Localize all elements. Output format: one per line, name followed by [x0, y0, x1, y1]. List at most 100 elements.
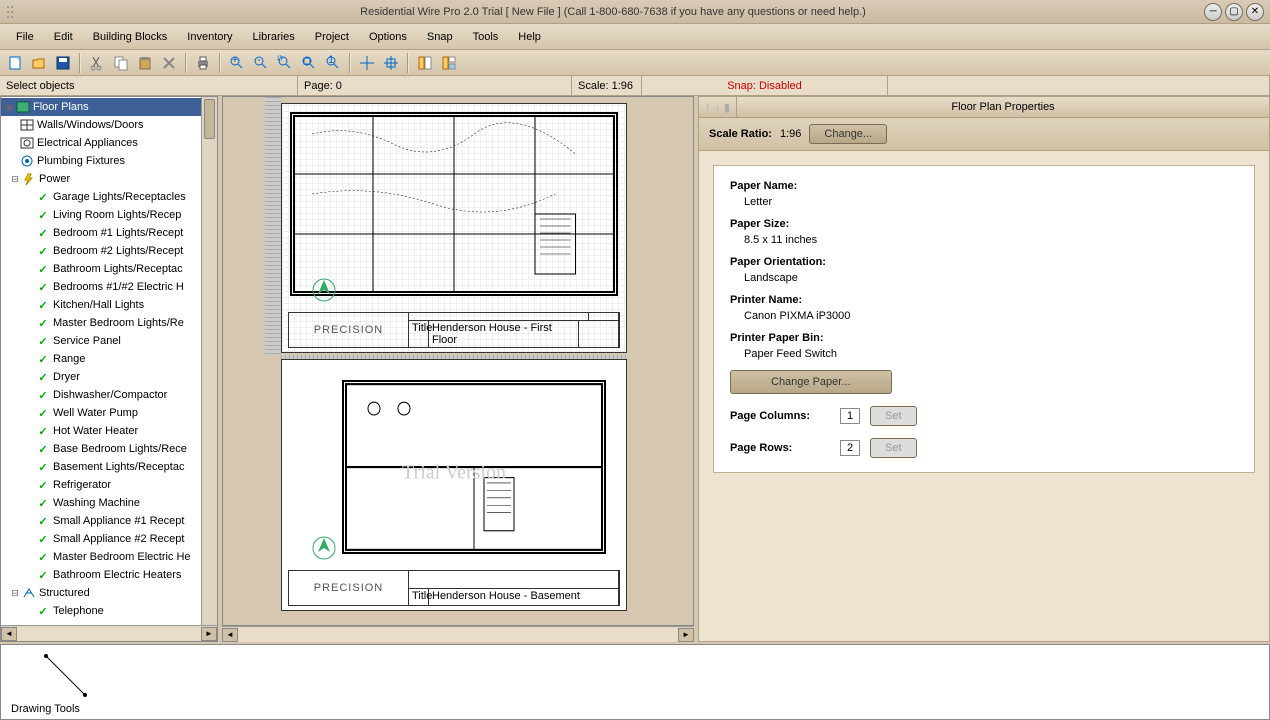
- paper-section: Paper Name: Letter Paper Size: 8.5 x 11 …: [713, 165, 1255, 473]
- canvas-h-scrollbar[interactable]: ◄►: [222, 626, 694, 642]
- tree-item[interactable]: Plumbing Fixtures: [1, 152, 217, 170]
- cut-icon[interactable]: [86, 52, 108, 74]
- tree-structured[interactable]: ⊟Structured: [1, 584, 217, 602]
- set-columns-button[interactable]: Set: [870, 406, 917, 426]
- new-file-icon[interactable]: [4, 52, 26, 74]
- tree-item[interactable]: ✓Bedrooms #1/#2 Electric H: [1, 278, 217, 296]
- tree-item[interactable]: ✓Small Appliance #2 Recept: [1, 530, 217, 548]
- tree-item[interactable]: ✓Living Room Lights/Recep: [1, 206, 217, 224]
- tree-item[interactable]: ✓Dishwasher/Compactor: [1, 386, 217, 404]
- check-icon: ✓: [35, 262, 51, 276]
- check-icon: ✓: [35, 298, 51, 312]
- tree-item[interactable]: ✓Well Water Pump: [1, 404, 217, 422]
- delete-icon[interactable]: [158, 52, 180, 74]
- tree-scrollbar[interactable]: [201, 97, 217, 625]
- change-scale-button[interactable]: Change...: [809, 124, 887, 144]
- zoom-in-icon[interactable]: +: [226, 52, 248, 74]
- check-icon: ✓: [35, 424, 51, 438]
- tree-item[interactable]: ✓Basement Lights/Receptac: [1, 458, 217, 476]
- tree[interactable]: ▣Floor Plans Walls/Windows/Doors Electri…: [1, 97, 217, 625]
- save-file-icon[interactable]: [52, 52, 74, 74]
- check-icon: ✓: [35, 190, 51, 204]
- close-button[interactable]: ✕: [1246, 3, 1264, 21]
- page-columns-input[interactable]: [840, 408, 860, 424]
- tree-item-label: Bedroom #1 Lights/Recept: [53, 227, 183, 239]
- canvas[interactable]: PRECISION TitleHenderson House - First F…: [222, 96, 694, 626]
- tree-item-label: Living Room Lights/Recep: [53, 209, 181, 221]
- zoom-window-icon[interactable]: [274, 52, 296, 74]
- tree-item[interactable]: ✓Master Bedroom Electric He: [1, 548, 217, 566]
- check-icon: ✓: [35, 442, 51, 456]
- tree-item[interactable]: ✓Hot Water Heater: [1, 422, 217, 440]
- paste-icon[interactable]: [134, 52, 156, 74]
- line-tool-icon[interactable]: [41, 651, 91, 701]
- check-icon: ✓: [35, 514, 51, 528]
- orientation-label: Paper Orientation:: [730, 256, 1238, 268]
- tree-item[interactable]: ✓Base Bedroom Lights/Rece: [1, 440, 217, 458]
- tree-item[interactable]: ✓Dryer: [1, 368, 217, 386]
- tree-item[interactable]: ✓Washing Machine: [1, 494, 217, 512]
- tree-h-scrollbar[interactable]: ◄►: [1, 625, 217, 641]
- print-icon[interactable]: [192, 52, 214, 74]
- floorplan-sheet-1[interactable]: PRECISION TitleHenderson House - First F…: [281, 103, 627, 353]
- grid-snap-icon[interactable]: [356, 52, 378, 74]
- zoom-out-icon[interactable]: -: [250, 52, 272, 74]
- up-arrow-icon[interactable]: ↑: [705, 101, 711, 113]
- tree-item-label: Range: [53, 353, 85, 365]
- tree-item-label: Bedrooms #1/#2 Electric H: [53, 281, 184, 293]
- menu-tools[interactable]: Tools: [463, 27, 509, 47]
- scale-ratio-value: 1:96: [780, 128, 801, 140]
- scale-ratio-row: Scale Ratio: 1:96 Change...: [699, 118, 1269, 151]
- tree-item-label: Dishwasher/Compactor: [53, 389, 167, 401]
- tree-root-floor-plans[interactable]: ▣Floor Plans: [1, 98, 217, 116]
- menu-file[interactable]: File: [6, 27, 44, 47]
- tree-panel: ▣Floor Plans Walls/Windows/Doors Electri…: [0, 96, 218, 642]
- check-icon: ✓: [35, 388, 51, 402]
- properties-title: Floor Plan Properties: [737, 101, 1269, 113]
- menubar: File Edit Building Blocks Inventory Libr…: [0, 24, 1270, 50]
- tree-item[interactable]: ✓Bathroom Electric Heaters: [1, 566, 217, 584]
- tree-item[interactable]: Electrical Appliances: [1, 134, 217, 152]
- page-rows-input[interactable]: [840, 440, 860, 456]
- menu-libraries[interactable]: Libraries: [243, 27, 305, 47]
- svg-text:1: 1: [328, 55, 334, 66]
- object-snap-icon[interactable]: [380, 52, 402, 74]
- zoom-actual-icon[interactable]: 1: [322, 52, 344, 74]
- layout1-icon[interactable]: [414, 52, 436, 74]
- tree-item[interactable]: ✓Service Panel: [1, 332, 217, 350]
- tree-item[interactable]: Walls/Windows/Doors: [1, 116, 217, 134]
- tree-item-label: Basement Lights/Receptac: [53, 461, 184, 473]
- tree-item[interactable]: ✓Refrigerator: [1, 476, 217, 494]
- menu-inventory[interactable]: Inventory: [177, 27, 242, 47]
- tree-item[interactable]: ✓Bedroom #2 Lights/Recept: [1, 242, 217, 260]
- floorplan-sheet-2[interactable]: Trial Version PRECISION TitleHenderson H…: [281, 359, 627, 611]
- paper-name-value: Letter: [744, 196, 1238, 208]
- change-paper-button[interactable]: Change Paper...: [730, 370, 892, 394]
- collapse-icon[interactable]: ▮: [724, 101, 730, 114]
- tree-item[interactable]: ✓Master Bedroom Lights/Re: [1, 314, 217, 332]
- open-file-icon[interactable]: [28, 52, 50, 74]
- tree-power[interactable]: ⊟Power: [1, 170, 217, 188]
- maximize-button[interactable]: ▢: [1225, 3, 1243, 21]
- tree-item[interactable]: ✓Telephone: [1, 602, 217, 620]
- tree-item[interactable]: ✓Garage Lights/Receptacles: [1, 188, 217, 206]
- copy-icon[interactable]: [110, 52, 132, 74]
- tree-item[interactable]: ✓Bedroom #1 Lights/Recept: [1, 224, 217, 242]
- menu-project[interactable]: Project: [305, 27, 359, 47]
- tree-item[interactable]: ✓Range: [1, 350, 217, 368]
- menu-building-blocks[interactable]: Building Blocks: [83, 27, 178, 47]
- set-rows-button[interactable]: Set: [870, 438, 917, 458]
- layout2-icon[interactable]: [438, 52, 460, 74]
- menu-edit[interactable]: Edit: [44, 27, 83, 47]
- down-arrow-icon[interactable]: ↓: [715, 101, 721, 113]
- paper-bin-label: Printer Paper Bin:: [730, 332, 1238, 344]
- minimize-button[interactable]: ─: [1204, 3, 1222, 21]
- menu-options[interactable]: Options: [359, 27, 417, 47]
- tree-item[interactable]: ✓Small Appliance #1 Recept: [1, 512, 217, 530]
- tree-item-label: Washing Machine: [53, 497, 140, 509]
- menu-snap[interactable]: Snap: [417, 27, 463, 47]
- tree-item[interactable]: ✓Bathroom Lights/Receptac: [1, 260, 217, 278]
- tree-item[interactable]: ✓Kitchen/Hall Lights: [1, 296, 217, 314]
- menu-help[interactable]: Help: [508, 27, 551, 47]
- zoom-fit-icon[interactable]: [298, 52, 320, 74]
